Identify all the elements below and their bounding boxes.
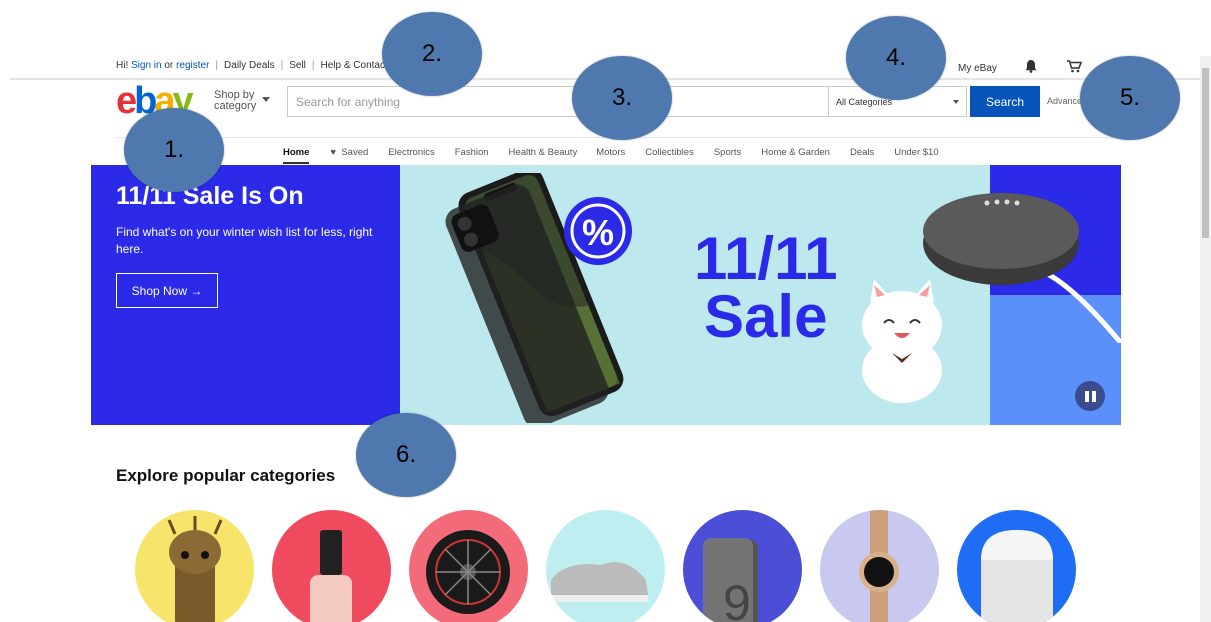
shop-by-category-button[interactable]: Shop by category [214, 90, 270, 112]
callout-3: 3. [572, 56, 672, 140]
heart-icon: ♥ [330, 147, 337, 158]
callout-5: 5. [1080, 56, 1180, 140]
category-circle-health-beauty[interactable] [272, 510, 391, 622]
greeting: Hi! [116, 60, 129, 71]
top-right-links: My eBay [958, 60, 1082, 76]
category-circle-motors[interactable] [409, 510, 528, 622]
smart-speaker-image [923, 193, 1121, 343]
chevron-down-icon [262, 97, 270, 102]
my-ebay-link[interactable]: My eBay [958, 63, 997, 74]
divider: | [215, 60, 219, 71]
nav-item-sports[interactable]: Sports [714, 147, 741, 158]
nav-item-under-10[interactable]: Under $10 [894, 147, 938, 158]
shop-now-button[interactable]: Shop Now → [116, 273, 218, 308]
svg-text:9: 9 [723, 575, 751, 622]
bell-icon[interactable] [1025, 60, 1037, 76]
category-circle-watches[interactable] [820, 510, 939, 622]
nav-item-electronics[interactable]: Electronics [388, 147, 434, 158]
category-circle-electronics[interactable]: 9 [683, 510, 802, 622]
help-contact-link[interactable]: Help & Contact [321, 60, 388, 71]
vertical-scrollbar[interactable] [1200, 56, 1211, 622]
category-circle-home[interactable] [957, 510, 1076, 622]
explore-categories-heading: Explore popular categories [116, 466, 336, 485]
search-input[interactable] [288, 87, 818, 116]
banner-text: 11/11 Sale Is On Find what's on your win… [116, 182, 386, 258]
big-text-line1: 11/11 [694, 225, 838, 292]
nav-item-home[interactable]: Home [283, 147, 310, 164]
page: Hi! Sign in or register | Daily Deals | … [0, 0, 1211, 622]
nav-item-fashion[interactable]: Fashion [455, 147, 489, 158]
nav-item-health-beauty[interactable]: Health & Beauty [509, 147, 578, 158]
banner-center-panel: % 11/11 Sale [400, 165, 990, 425]
search-button[interactable]: Search [970, 86, 1040, 117]
chevron-down-icon [953, 100, 959, 104]
callout-1: 1. [124, 108, 224, 192]
register-link[interactable]: register [176, 60, 209, 71]
category-label: category [214, 100, 257, 112]
daily-deals-link[interactable]: Daily Deals [224, 60, 275, 71]
percent-badge-icon: % [564, 197, 632, 265]
sign-in-link[interactable]: Sign in [131, 60, 162, 71]
nav-item-saved[interactable]: ♥ Saved [330, 147, 368, 158]
pause-button[interactable] [1075, 381, 1105, 411]
sell-link[interactable]: Sell [289, 60, 306, 71]
scrollbar-thumb[interactable] [1202, 68, 1209, 238]
nav-item-home-garden[interactable]: Home & Garden [761, 147, 830, 158]
banner-subtitle: Find what's on your winter wish list for… [116, 225, 373, 256]
divider: | [280, 60, 284, 71]
big-text-line2: Sale [704, 283, 828, 350]
banner-big-text: 11/11 Sale [694, 225, 838, 350]
hero-banner[interactable]: % 11/11 Sale 11/11 Sale Is On Find what'… [91, 165, 1121, 425]
pause-icon [1084, 390, 1089, 402]
callout-6: 6. [356, 413, 456, 497]
category-circle-fashion[interactable] [546, 510, 665, 622]
category-circle-collectibles[interactable] [135, 510, 254, 622]
svg-text:%: % [582, 212, 614, 253]
callout-2: 2. [382, 12, 482, 96]
divider: | [311, 60, 315, 71]
top-bar: Hi! Sign in or register | Daily Deals | … [116, 60, 388, 71]
nav-item-collectibles[interactable]: Collectibles [645, 147, 694, 158]
category-nav: Home ♥ Saved Electronics Fashion Health … [283, 147, 939, 164]
nav-item-motors[interactable]: Motors [596, 147, 625, 158]
nav-item-deals[interactable]: Deals [850, 147, 874, 158]
cart-icon[interactable] [1066, 60, 1082, 76]
or-text: or [164, 60, 174, 71]
callout-4: 4. [846, 16, 946, 100]
